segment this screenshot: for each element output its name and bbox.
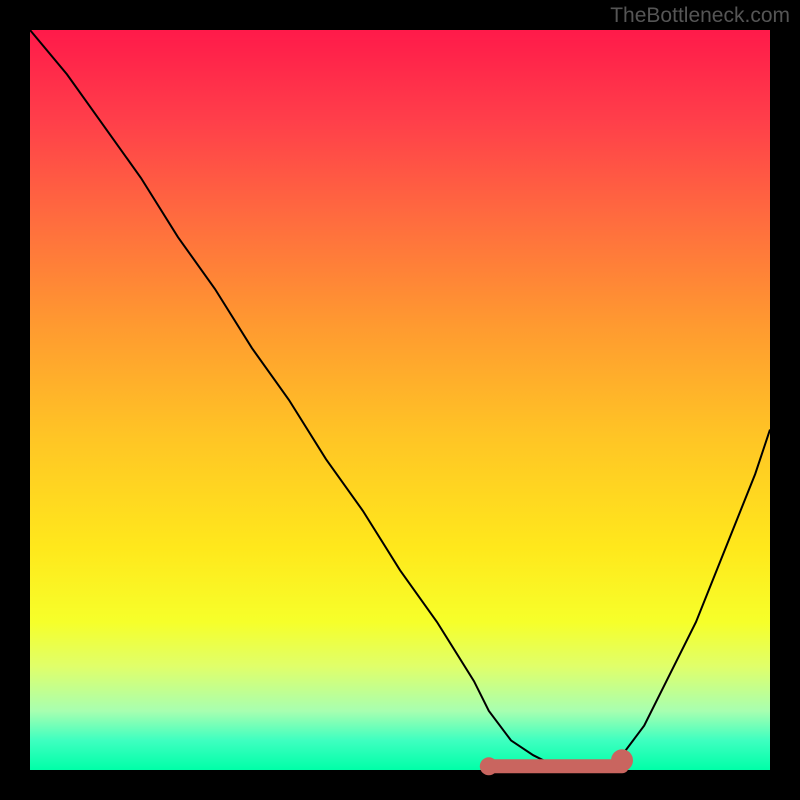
watermark-text: TheBottleneck.com bbox=[610, 4, 790, 28]
chart-svg bbox=[30, 30, 770, 770]
optimal-marker bbox=[480, 749, 633, 775]
bottleneck-curve-line bbox=[30, 30, 770, 766]
